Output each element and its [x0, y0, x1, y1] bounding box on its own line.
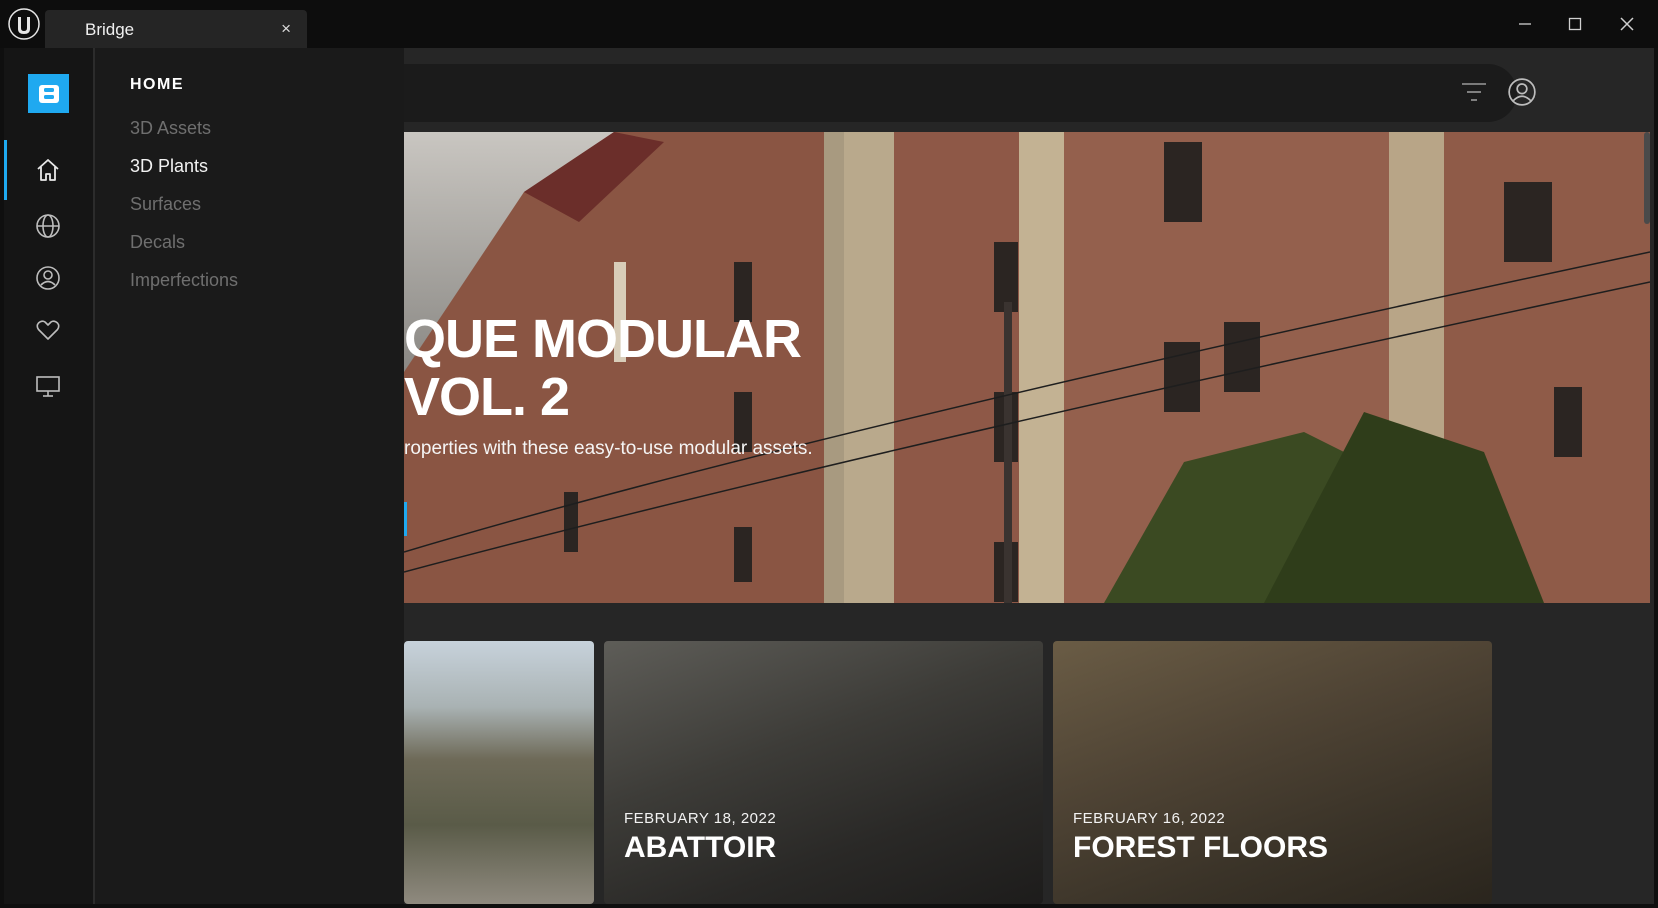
- card-title: FOREST FLOORS: [1073, 831, 1328, 864]
- drawer-item-3d-assets[interactable]: 3D Assets: [130, 118, 211, 139]
- drawer-item-3d-plants[interactable]: 3D Plants: [130, 156, 208, 177]
- active-indicator: [4, 140, 7, 200]
- hero-title-line2: VOL. 2: [404, 367, 570, 427]
- monitor-icon: [36, 376, 60, 397]
- nav-rail: [4, 48, 95, 904]
- home-drawer: HOME 3D Assets 3D Plants Surfaces Decals…: [95, 48, 404, 904]
- hero-title-line1: QUE MODULAR: [404, 309, 802, 369]
- drawer-heading: HOME: [130, 76, 184, 93]
- card-forest-floors[interactable]: FEBRUARY 16, 2022 FOREST FLOORS: [1053, 641, 1492, 904]
- drawer-item-imperfections[interactable]: Imperfections: [130, 270, 238, 291]
- tab-close-icon[interactable]: ×: [281, 19, 291, 39]
- card-title: ABATTOIR: [624, 831, 777, 864]
- rail-profile[interactable]: [32, 262, 64, 294]
- drawer-item-surfaces[interactable]: Surfaces: [130, 194, 201, 215]
- hero-title: QUE MODULAR VOL. 2: [404, 309, 802, 427]
- hero-subtitle: roperties with these easy-to-use modular…: [404, 438, 813, 459]
- close-icon: [1620, 17, 1634, 31]
- bridge-app: QUE MODULAR VOL. 2 roperties with these …: [4, 48, 1654, 904]
- home-icon: [37, 159, 59, 181]
- tab-title: Bridge: [85, 20, 135, 39]
- card-rocks[interactable]: [404, 641, 594, 904]
- unreal-logo-icon: [8, 8, 40, 40]
- heart-icon: [36, 320, 60, 340]
- card-date: FEBRUARY 18, 2022: [624, 810, 777, 827]
- filter-icon: [1462, 83, 1486, 101]
- user-icon: [36, 266, 60, 290]
- title-bar: Bridge ×: [0, 0, 1658, 48]
- hero-banner[interactable]: QUE MODULAR VOL. 2 roperties with these …: [404, 132, 1650, 603]
- minimize-icon: [1519, 23, 1531, 25]
- account-icon: [1508, 78, 1536, 106]
- bridge-logo[interactable]: [28, 74, 69, 113]
- bridge-logo-icon: [38, 84, 59, 103]
- minimize-button[interactable]: [1510, 10, 1540, 38]
- maximize-button[interactable]: [1560, 10, 1590, 38]
- card-date: FEBRUARY 16, 2022: [1073, 810, 1226, 827]
- globe-icon: [36, 214, 60, 238]
- rail-globe[interactable]: [32, 210, 64, 242]
- search-input[interactable]: [404, 64, 1517, 122]
- account-button[interactable]: [1504, 74, 1540, 110]
- tab-bridge[interactable]: Bridge ×: [45, 10, 307, 48]
- hero-cta-button[interactable]: [404, 502, 407, 536]
- close-window-button[interactable]: [1612, 10, 1642, 38]
- card-abattoir[interactable]: FEBRUARY 18, 2022 ABATTOIR: [604, 641, 1043, 904]
- maximize-icon: [1568, 17, 1582, 31]
- rail-local[interactable]: [32, 370, 64, 402]
- scrollbar[interactable]: [1644, 132, 1650, 224]
- filter-button[interactable]: [1456, 74, 1492, 110]
- rail-favorites[interactable]: [32, 314, 64, 346]
- drawer-item-decals[interactable]: Decals: [130, 232, 185, 253]
- rail-home[interactable]: [32, 154, 64, 186]
